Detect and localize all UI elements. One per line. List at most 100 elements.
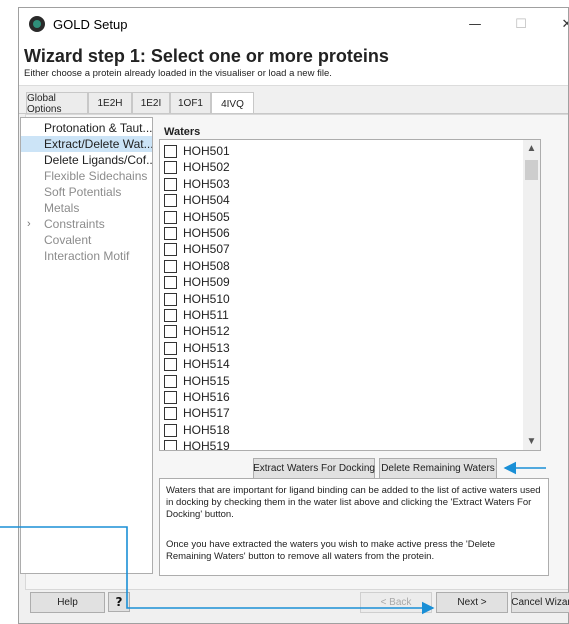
waters-scrollbar[interactable]: ▲ ▼ <box>523 140 540 450</box>
wizard-step-title: Wizard step 1: Select one or more protei… <box>24 46 389 66</box>
water-label: HOH519 <box>183 439 230 451</box>
water-list-item[interactable]: HOH506 <box>162 225 512 241</box>
water-label: HOH515 <box>183 373 230 388</box>
water-list-item[interactable]: HOH517 <box>162 405 512 421</box>
checkbox[interactable] <box>164 210 177 224</box>
water-list-item[interactable]: HOH502 <box>162 159 512 175</box>
checkbox[interactable] <box>164 325 177 339</box>
water-list-item[interactable]: HOH507 <box>162 241 512 257</box>
checkbox[interactable] <box>164 177 177 191</box>
water-list-item[interactable]: HOH511 <box>162 307 512 323</box>
cancel-wizard-button[interactable]: Cancel Wizar <box>511 592 569 613</box>
checkbox[interactable] <box>164 194 177 208</box>
tab-1e2h[interactable]: 1E2H <box>88 92 132 114</box>
scroll-thumb[interactable] <box>525 160 538 180</box>
water-list-item[interactable]: HOH508 <box>162 258 512 274</box>
tree-item-constraints: › Constraints <box>21 216 152 232</box>
help-text-panel: Waters that are important for ligand bin… <box>159 478 549 576</box>
water-label: HOH507 <box>183 242 230 257</box>
water-label: HOH518 <box>183 422 230 437</box>
checkbox[interactable] <box>164 341 177 355</box>
tree-item-soft-potentials: Soft Potentials <box>44 185 122 199</box>
tree-item-delete-ligands[interactable]: Delete Ligands/Cof... <box>21 152 152 168</box>
tab-global-options[interactable]: Global Options <box>26 92 88 115</box>
close-button[interactable]: ✕ <box>544 8 568 40</box>
water-label: HOH510 <box>183 291 230 306</box>
checkbox[interactable] <box>164 276 177 290</box>
water-label: HOH504 <box>183 193 230 208</box>
water-list-item[interactable]: HOH512 <box>162 323 512 339</box>
wizard-header: Wizard step 1: Select one or more protei… <box>19 40 568 86</box>
tree-item-covalent: Covalent <box>44 233 92 247</box>
water-list-item[interactable]: HOH509 <box>162 274 512 290</box>
water-label: HOH512 <box>183 324 230 339</box>
protein-tabs: Global Options 1E2H 1E2I 1OF1 4IVQ <box>19 92 568 115</box>
water-label: HOH503 <box>183 176 230 191</box>
checkbox[interactable] <box>164 391 177 404</box>
delete-remaining-waters-button[interactable]: Delete Remaining Waters <box>379 458 497 479</box>
checkbox[interactable] <box>164 374 177 388</box>
checkbox[interactable] <box>164 161 177 175</box>
tree-item-metals: Metals <box>44 201 80 215</box>
water-list-item[interactable]: HOH503 <box>162 176 512 192</box>
chevron-right-icon[interactable]: › <box>27 216 31 232</box>
checkbox[interactable] <box>164 292 177 306</box>
water-label: HOH502 <box>183 160 230 175</box>
water-list-item[interactable]: HOH519 <box>162 438 512 451</box>
water-label: HOH505 <box>183 209 230 224</box>
options-tree: Protonation & Taut... Extract/Delete Wat… <box>20 117 153 574</box>
minimize-button[interactable]: — <box>452 8 498 40</box>
extract-waters-button[interactable]: Extract Waters For Docking <box>253 458 375 479</box>
water-label: HOH517 <box>183 406 230 421</box>
checkbox[interactable] <box>164 423 177 437</box>
checkbox[interactable] <box>164 145 177 158</box>
window-title: GOLD Setup <box>53 17 128 32</box>
waters-list: HOH501 HOH502 HOH503 HOH504 HOH505 HOH506 HOH5… <box>159 139 541 451</box>
water-label: HOH506 <box>183 226 230 240</box>
tree-item-extract-delete-waters[interactable]: Extract/Delete Wat... <box>21 136 152 152</box>
scroll-down-icon[interactable]: ▼ <box>523 433 540 450</box>
checkbox[interactable] <box>164 227 177 240</box>
maximize-button[interactable]: ☐ <box>498 8 544 40</box>
checkbox[interactable] <box>164 407 177 421</box>
tab-4ivq[interactable]: 4IVQ <box>211 92 254 115</box>
water-label: HOH508 <box>183 258 230 273</box>
water-label: HOH513 <box>183 340 230 355</box>
water-list-item[interactable]: HOH504 <box>162 192 512 208</box>
tree-item-interaction-motif: Interaction Motif <box>44 249 130 263</box>
tab-1e2i[interactable]: 1E2I <box>132 92 170 114</box>
checkbox[interactable] <box>164 440 177 450</box>
title-bar: GOLD Setup — ☐ ✕ <box>19 8 568 40</box>
tree-item-protonation[interactable]: Protonation & Taut... <box>21 120 152 136</box>
checkbox[interactable] <box>164 358 177 372</box>
water-label: HOH501 <box>183 144 230 158</box>
water-list-item[interactable]: HOH505 <box>162 209 512 225</box>
checkbox[interactable] <box>164 243 177 257</box>
whats-this-icon[interactable]: ? <box>108 592 130 612</box>
scroll-up-icon[interactable]: ▲ <box>523 140 540 157</box>
water-list-item[interactable]: HOH518 <box>162 422 512 438</box>
water-label: HOH516 <box>183 390 230 404</box>
wizard-step-subtitle: Either choose a protein already loaded i… <box>24 68 332 79</box>
back-button: < Back <box>360 592 432 613</box>
water-list-item[interactable]: HOH510 <box>162 291 512 307</box>
tree-item-flexible-sidechains: Flexible Sidechains <box>44 169 148 183</box>
checkbox[interactable] <box>164 259 177 273</box>
gold-app-icon <box>29 16 45 32</box>
water-list-item[interactable]: HOH515 <box>162 373 512 389</box>
water-list-item[interactable]: HOH516 <box>162 389 512 405</box>
water-list-item[interactable]: HOH513 <box>162 340 512 356</box>
water-label: HOH514 <box>183 357 230 372</box>
water-list-item[interactable]: HOH514 <box>162 356 512 372</box>
water-list-item[interactable]: HOH501 <box>162 143 512 159</box>
tree-item-label: Constraints <box>44 217 105 231</box>
help-paragraph-1: Waters that are important for ligand bin… <box>166 485 541 520</box>
help-paragraph-2: Once you have extracted the waters you w… <box>166 539 496 562</box>
help-button[interactable]: Help <box>30 592 105 613</box>
waters-heading: Waters <box>164 126 201 138</box>
water-label: HOH511 <box>183 308 229 322</box>
checkbox[interactable] <box>164 309 177 322</box>
water-label: HOH509 <box>183 275 230 290</box>
tab-1of1[interactable]: 1OF1 <box>170 92 211 114</box>
next-button[interactable]: Next > <box>436 592 508 613</box>
